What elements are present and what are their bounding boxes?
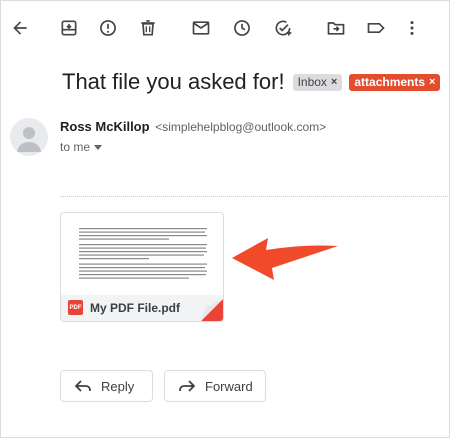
pdf-file-icon: PDF (68, 300, 83, 315)
remove-label-icon[interactable]: × (429, 76, 435, 88)
report-spam-icon[interactable] (96, 16, 120, 40)
label-chip-attachments[interactable]: attachments × (349, 73, 441, 91)
remove-label-icon[interactable]: × (331, 76, 337, 88)
archive-icon[interactable] (57, 16, 81, 40)
chevron-down-icon (94, 144, 103, 150)
attachment-filename: My PDF File.pdf (90, 301, 180, 315)
move-to-icon[interactable] (324, 16, 348, 40)
attachment-card[interactable]: PDF My PDF File.pdf (60, 212, 224, 322)
add-to-tasks-icon[interactable] (271, 16, 295, 40)
recipient-details-toggle[interactable]: to me (60, 140, 103, 154)
forward-label: Forward (205, 378, 253, 394)
snooze-icon[interactable] (230, 16, 254, 40)
more-options-icon[interactable] (400, 16, 424, 40)
attachment-footer: PDF My PDF File.pdf (61, 295, 223, 321)
label-chip-text: attachments (354, 75, 426, 89)
avatar[interactable] (10, 118, 48, 156)
reply-label: Reply (101, 378, 135, 394)
recipient-label: to me (60, 140, 91, 154)
sender-email: <simplehelpblog@outlook.com> (155, 120, 327, 134)
reply-button[interactable]: Reply (60, 370, 153, 402)
email-subject: That file you asked for! (62, 69, 285, 94)
divider (60, 196, 450, 197)
mark-unread-icon[interactable] (189, 16, 213, 40)
label-icon[interactable] (364, 16, 388, 40)
annotation-arrow (232, 238, 338, 280)
label-chip-inbox[interactable]: Inbox × (292, 73, 343, 91)
forward-icon (179, 380, 195, 392)
sender-line: Ross McKillop <simplehelpblog@outlook.co… (60, 119, 326, 134)
back-arrow-icon[interactable] (8, 16, 32, 40)
delete-icon[interactable] (136, 16, 160, 40)
subject-line: That file you asked for! Inbox × attachm… (62, 66, 441, 98)
toolbar (0, 0, 450, 58)
label-chip-text: Inbox (297, 75, 327, 89)
page-fold-icon (201, 299, 223, 321)
forward-button[interactable]: Forward (164, 370, 266, 402)
pdf-page-preview (61, 213, 223, 295)
sender-name[interactable]: Ross McKillop (60, 119, 150, 134)
person-icon (17, 127, 41, 152)
reply-icon (75, 380, 91, 392)
